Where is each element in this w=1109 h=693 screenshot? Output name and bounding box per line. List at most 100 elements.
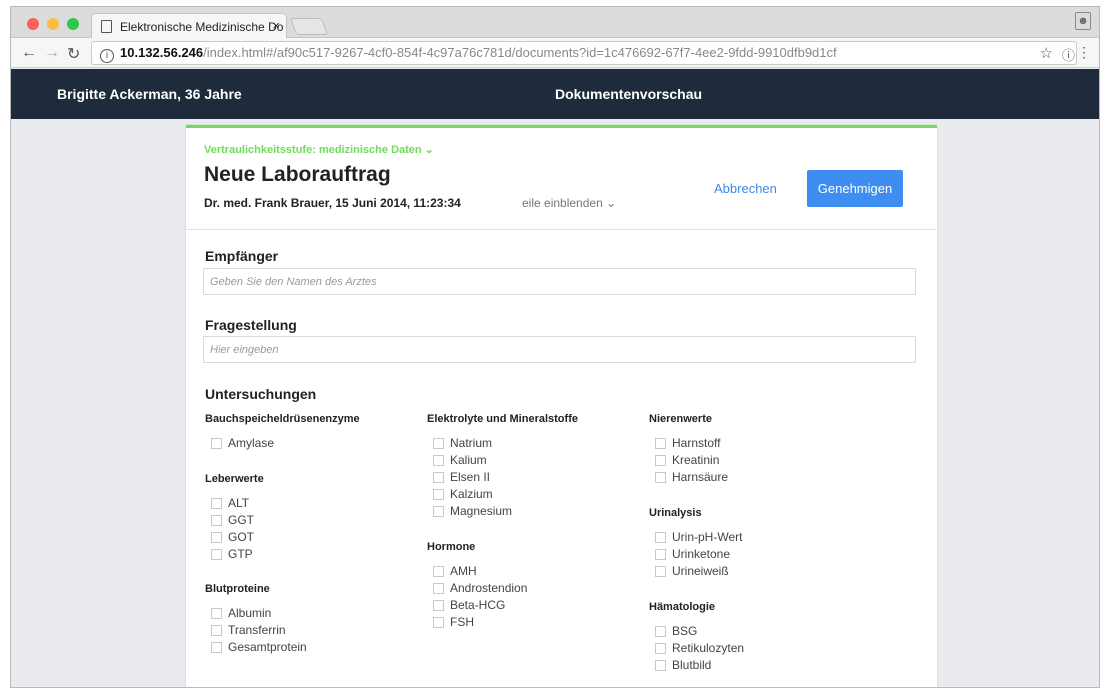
checkbox-item[interactable]: Magnesium: [433, 504, 512, 518]
checkbox-label: GTP: [228, 547, 253, 561]
checkbox[interactable]: [211, 641, 222, 653]
checkbox-item[interactable]: Harnstoff: [655, 436, 720, 450]
group-title: Bauchspeicheldrüsenenzyme: [205, 413, 360, 425]
checkbox-item[interactable]: Androstendion: [433, 581, 527, 595]
url-host: 10.132.56.246: [120, 45, 204, 60]
zoom-window-button[interactable]: [67, 18, 79, 30]
checkbox-label: Natrium: [450, 436, 493, 450]
extension-icon[interactable]: ⓘ: [1062, 45, 1075, 64]
recipient-input[interactable]: [203, 268, 916, 295]
checkbox-item[interactable]: Albumin: [211, 606, 271, 620]
checkbox-item[interactable]: GGT: [211, 513, 254, 527]
checkbox[interactable]: [433, 437, 444, 449]
checkbox[interactable]: [655, 642, 666, 654]
checkbox[interactable]: [433, 488, 444, 500]
profile-icon[interactable]: ☻: [1075, 12, 1091, 30]
checkbox-label: Urineiweiß: [672, 564, 729, 578]
bookmark-star-icon[interactable]: ☆: [1040, 44, 1053, 62]
checkbox-item[interactable]: Kreatinin: [655, 453, 719, 467]
checkbox[interactable]: [655, 437, 666, 449]
back-icon[interactable]: ←: [21, 44, 37, 62]
checkbox-item[interactable]: Urin-pH-Wert: [655, 530, 742, 544]
checkbox-label: Gesamtprotein: [228, 640, 307, 654]
checkbox-label: Magnesium: [450, 504, 513, 518]
checkbox[interactable]: [211, 497, 222, 509]
new-tab-button[interactable]: [289, 18, 329, 35]
checkbox[interactable]: [211, 548, 222, 560]
checkbox[interactable]: [211, 437, 222, 449]
checkbox-item[interactable]: Transferrin: [211, 623, 286, 637]
checkbox[interactable]: [211, 531, 222, 543]
forward-icon[interactable]: →: [44, 44, 60, 62]
checkbox[interactable]: [211, 514, 222, 526]
checkbox-item[interactable]: GTP: [211, 547, 253, 561]
checkbox-label: Androstendion: [450, 581, 528, 595]
checkbox-item[interactable]: Urinketone: [655, 547, 730, 561]
checkbox-label: GOT: [228, 530, 254, 544]
checkbox-item[interactable]: FSH: [433, 615, 474, 629]
tab-close-icon[interactable]: ×: [272, 18, 280, 33]
window-controls: [27, 18, 79, 30]
checkbox-item[interactable]: Natrium: [433, 436, 492, 450]
question-label: Fragestellung: [205, 317, 297, 333]
header-title: Dokumentenvorschau: [555, 86, 703, 102]
patient-name: Brigitte Ackerman, 36 Jahre: [57, 86, 242, 102]
checkbox[interactable]: [655, 531, 666, 543]
checkbox-label: Kalzium: [450, 487, 493, 501]
checkbox[interactable]: [211, 624, 222, 636]
checkbox-label: ALT: [228, 496, 250, 510]
document-card: Vertraulichkeitsstufe: medizinische Date…: [186, 125, 937, 687]
checkbox[interactable]: [655, 471, 666, 483]
checkbox-item[interactable]: Elsen II: [433, 470, 490, 484]
checkbox[interactable]: [655, 454, 666, 466]
checkbox-item[interactable]: Urineiweiß: [655, 564, 729, 578]
checkbox[interactable]: [433, 505, 444, 517]
checkbox-item[interactable]: ALT: [211, 496, 249, 510]
reload-icon[interactable]: ↻: [67, 44, 80, 64]
show-lines-toggle[interactable]: eile einblenden ⌄: [522, 196, 616, 210]
checkbox-item[interactable]: Amylase: [211, 436, 274, 450]
checkbox[interactable]: [211, 607, 222, 619]
address-bar[interactable]: i 10.132.56.246/index.html#/af90c517-9267…: [91, 41, 1077, 65]
checkbox-label: Urin-pH-Wert: [672, 530, 743, 544]
checkbox-item[interactable]: AMH: [433, 564, 477, 578]
checkbox[interactable]: [433, 565, 444, 577]
group-title: Elektrolyte und Mineralstoffe: [427, 413, 578, 425]
checkbox-item[interactable]: GOT: [211, 530, 254, 544]
confidentiality-dropdown[interactable]: Vertraulichkeitsstufe: medizinische Date…: [204, 143, 434, 156]
checkbox-item[interactable]: Kalium: [433, 453, 487, 467]
cancel-button[interactable]: Abbrechen: [714, 181, 777, 196]
checkbox[interactable]: [433, 599, 444, 611]
minimize-window-button[interactable]: [47, 18, 59, 30]
approve-button[interactable]: Genehmigen: [807, 170, 903, 207]
document-title: Neue Laborauftrag: [204, 163, 391, 186]
browser-menu-icon[interactable]: ⋮: [1077, 44, 1091, 61]
checkbox[interactable]: [655, 659, 666, 671]
investigations-label: Untersuchungen: [205, 386, 317, 402]
header-divider: [186, 229, 937, 230]
checkbox[interactable]: [655, 625, 666, 637]
checkbox-item[interactable]: Kalzium: [433, 487, 493, 501]
checkbox[interactable]: [433, 616, 444, 628]
checkbox-item[interactable]: BSG: [655, 624, 697, 638]
group-title: Nierenwerte: [649, 413, 712, 425]
group-title: Hämatologie: [649, 601, 716, 613]
tab-strip: Elektronische Medizinische Do × ☻: [11, 7, 1099, 39]
checkbox[interactable]: [433, 471, 444, 483]
checkbox-item[interactable]: Blutbild: [655, 658, 711, 672]
checkbox-item[interactable]: Gesamtprotein: [211, 640, 307, 654]
checkbox[interactable]: [655, 548, 666, 560]
info-icon[interactable]: i: [100, 49, 114, 63]
browser-tab[interactable]: Elektronische Medizinische Do ×: [91, 13, 287, 39]
checkbox[interactable]: [655, 565, 666, 577]
checkbox-item[interactable]: Harnsäure: [655, 470, 728, 484]
checkbox-label: Harnstoff: [672, 436, 721, 450]
checkbox-item[interactable]: Beta-HCG: [433, 598, 505, 612]
question-input[interactable]: [203, 336, 916, 363]
close-window-button[interactable]: [27, 18, 39, 30]
checkbox[interactable]: [433, 454, 444, 466]
checkbox-item[interactable]: Retikulozyten: [655, 641, 744, 655]
checkbox[interactable]: [433, 582, 444, 594]
checkbox-label: FSH: [450, 615, 474, 629]
group-title: Hormone: [427, 541, 476, 553]
